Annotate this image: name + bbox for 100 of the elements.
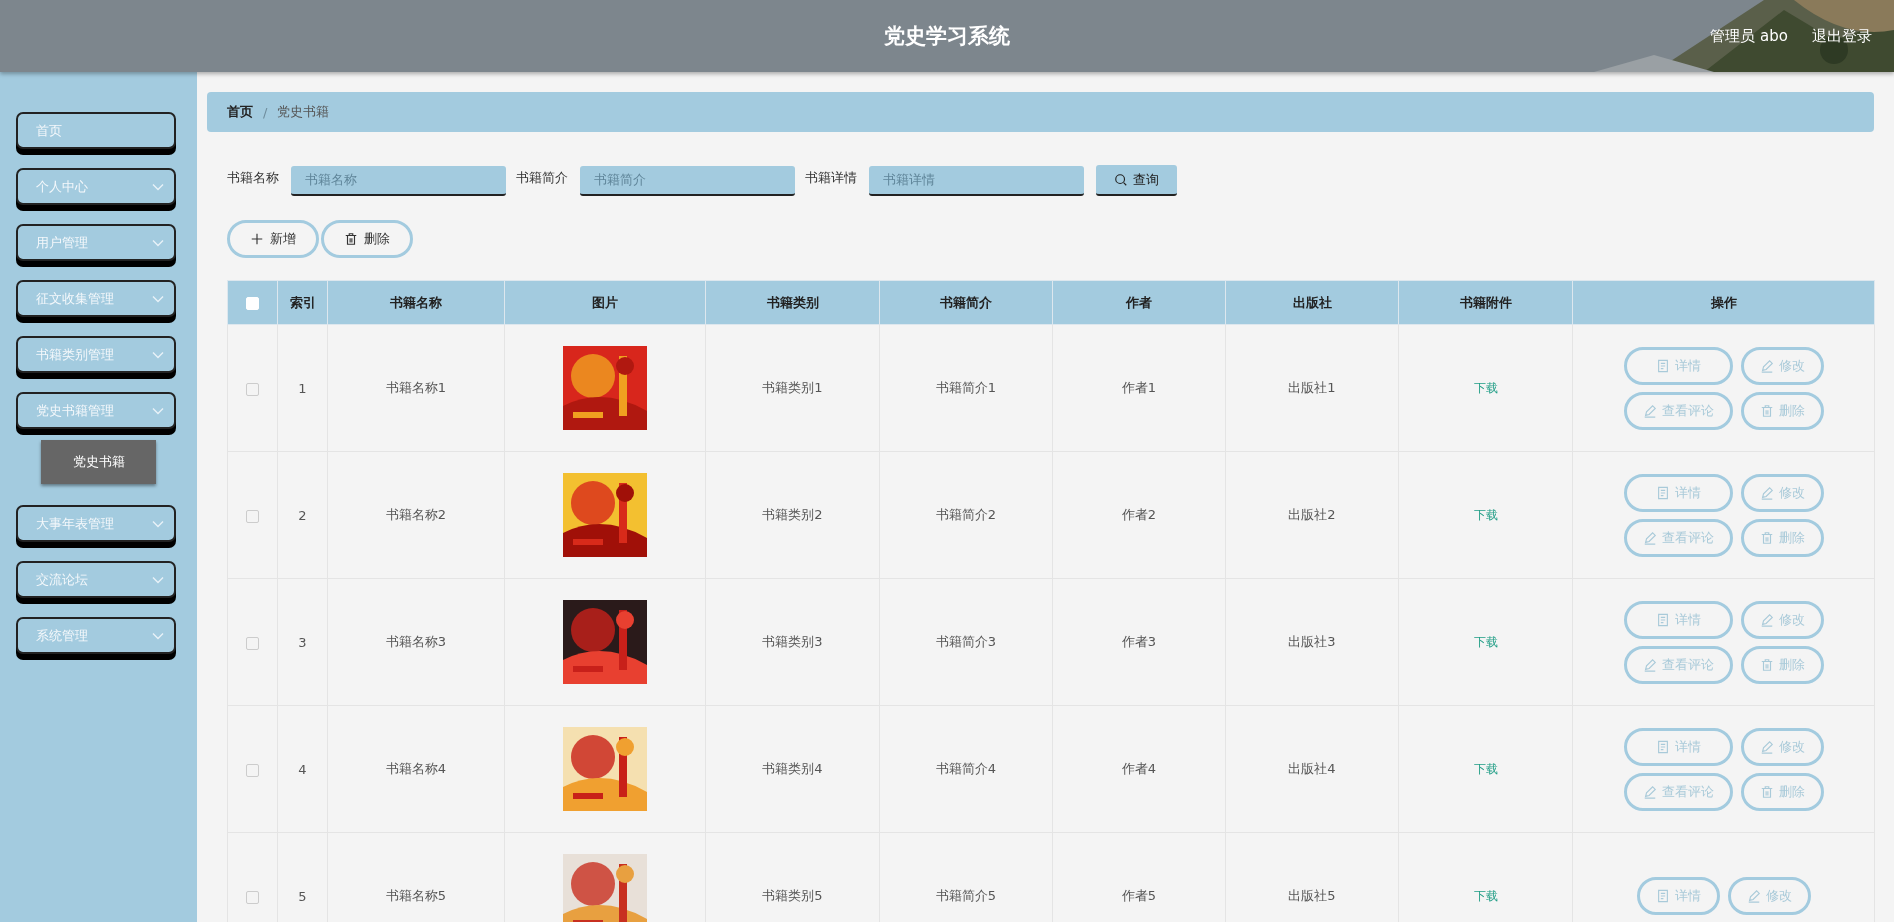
field-label: 书籍名称 [227,168,279,187]
table-cell: 书籍简介3 [879,578,1053,706]
column-header: 图片 [504,280,706,325]
chevron-down-icon [152,575,164,584]
action-button[interactable]: 详情 [1623,346,1733,385]
table-cell: 书籍类别4 [705,705,880,833]
document-icon [1655,358,1670,373]
trash-icon [1759,784,1774,799]
document-icon [1655,889,1670,903]
pencil-icon [1759,358,1774,373]
table-cell: 书籍名称4 [327,705,505,833]
table-cell: 出版社3 [1225,578,1399,706]
table-cell: 作者2 [1052,451,1226,579]
action-button[interactable]: 修改 [1740,727,1824,766]
add-button[interactable]: 新增 [227,220,319,258]
action-button[interactable]: 删除 [1740,645,1824,684]
action-button[interactable]: 修改 [1727,877,1811,915]
sidebar-subitem[interactable]: 党史书籍 [41,440,156,484]
table-cell: 作者4 [1052,705,1226,833]
document-icon [1655,739,1670,754]
table-cell: 书籍名称1 [327,324,505,452]
table-cell: 出版社1 [1225,324,1399,452]
table-cell: 3 [277,578,328,706]
table-cell: 书籍类别2 [705,451,880,579]
action-button[interactable]: 查看评论 [1623,518,1733,557]
chevron-down-icon [152,238,164,247]
action-button[interactable]: 删除 [1740,772,1824,811]
table-cell: 书籍名称2 [327,451,505,579]
action-button[interactable]: 查看评论 [1623,772,1733,811]
row-checkbox[interactable] [246,509,259,523]
table-cell: 作者3 [1052,578,1226,706]
pencil-icon [1759,612,1774,627]
action-button[interactable]: 删除 [1740,391,1824,430]
user-name: 管理员 abo [1710,26,1788,46]
pencil-icon [1746,889,1761,903]
document-icon [1655,612,1670,627]
action-button[interactable]: 查看评论 [1623,391,1733,430]
field-label: 书籍详情 [805,168,857,187]
pencil-icon [1642,657,1657,672]
table-cell: 1 [277,324,328,452]
table-cell: 作者1 [1052,324,1226,452]
plus-icon [250,232,264,246]
download-link[interactable]: 下载 [1473,507,1498,522]
action-button[interactable]: 删除 [1740,518,1824,557]
select-all-checkbox[interactable] [246,297,259,310]
table-cell: 出版社2 [1225,451,1399,579]
document-icon [1655,485,1670,500]
chevron-down-icon [152,350,164,359]
column-header: 书籍附件 [1398,280,1573,325]
action-button[interactable]: 查看评论 [1623,645,1733,684]
field-label: 书籍简介 [516,168,568,187]
column-header: 索引 [277,280,328,325]
app-title: 党史学习系统 [884,23,1010,50]
search-field[interactable]: 书籍名称 [291,165,506,196]
table-cell: 书籍名称3 [327,578,505,706]
table-cell: 书籍简介2 [879,451,1053,579]
trash-icon [344,232,358,246]
action-button[interactable]: 修改 [1740,600,1824,639]
column-header: 书籍简介 [879,280,1053,325]
trash-icon [1759,530,1774,545]
table-cell: 4 [277,705,328,833]
column-header: 操作 [1572,280,1875,325]
trash-icon [1759,657,1774,672]
search-button[interactable]: 查询 [1096,165,1177,196]
delete-button[interactable]: 删除 [321,220,413,258]
chevron-down-icon [152,182,164,191]
chevron-down-icon [152,406,164,415]
action-button[interactable]: 详情 [1623,600,1733,639]
breadcrumb-item: 党史书籍 [277,103,330,121]
action-button[interactable]: 详情 [1636,877,1720,915]
action-button[interactable]: 详情 [1623,727,1733,766]
row-checkbox[interactable] [246,763,259,777]
column-header: 作者 [1052,280,1226,325]
row-checkbox[interactable] [246,636,259,650]
trash-icon [1759,403,1774,418]
pencil-icon [1759,485,1774,500]
search-field[interactable]: 书籍详情 [869,165,1084,196]
table-cell: 2 [277,451,328,579]
download-link[interactable]: 下载 [1473,380,1498,395]
download-link[interactable]: 下载 [1473,634,1498,649]
download-link[interactable]: 下载 [1473,761,1498,776]
row-checkbox[interactable] [246,890,259,904]
row-checkbox[interactable] [246,382,259,396]
table-cell: 书籍类别3 [705,578,880,706]
table-cell: 书籍简介4 [879,705,1053,833]
breadcrumb-item[interactable]: 首页 [227,103,253,121]
action-button[interactable]: 详情 [1623,473,1733,512]
action-button[interactable]: 修改 [1740,346,1824,385]
logout-link[interactable]: 退出登录 [1812,26,1872,46]
search-field[interactable]: 书籍简介 [580,165,795,196]
chevron-down-icon [152,294,164,303]
column-header: 书籍类别 [705,280,880,325]
download-link[interactable]: 下载 [1473,888,1498,903]
pencil-icon [1759,739,1774,754]
pencil-icon [1642,403,1657,418]
pencil-icon [1642,784,1657,799]
column-header: 书籍名称 [327,280,505,325]
search-icon [1114,172,1128,187]
action-button[interactable]: 修改 [1740,473,1824,512]
table-cell: 出版社4 [1225,705,1399,833]
